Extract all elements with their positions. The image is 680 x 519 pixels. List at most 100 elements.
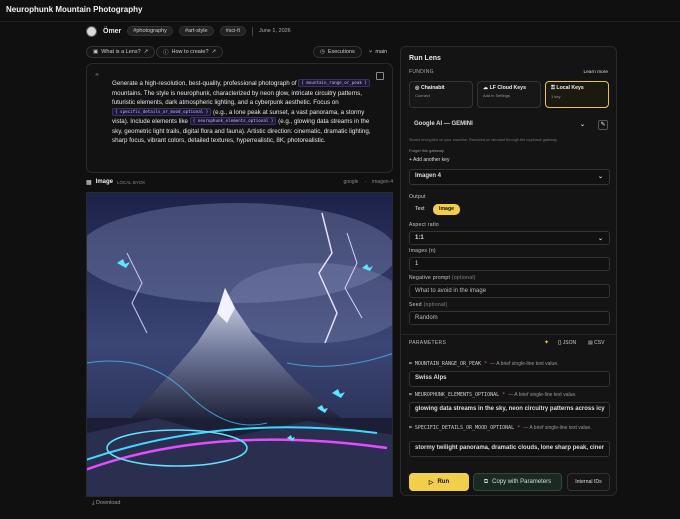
- param-desc: — A brief single-line text value.: [523, 425, 592, 431]
- branch-icon: ⑂: [369, 49, 373, 55]
- what-is-lens-button[interactable]: ▣ What is a Lens? ↗: [86, 46, 156, 58]
- code-icon: {}: [558, 340, 562, 346]
- provider-select[interactable]: Google AI — GEMINI ⌄: [409, 118, 591, 132]
- prompt-segment: Generate a high-resolution, best-quality…: [112, 80, 297, 87]
- plus-icon: +: [409, 157, 412, 163]
- add-key-button[interactable]: + Add another key: [409, 157, 449, 163]
- chevron-down-icon: ⌄: [597, 236, 603, 242]
- chevron-down-icon: ⌄: [597, 174, 603, 180]
- param-label-details: ⌗ SPECIFIC_DETAILS_OR_MOOD_OPTIONAL * — …: [409, 425, 592, 431]
- how-to-create-button[interactable]: ⓘ How to create? ↗: [156, 46, 224, 58]
- images-label: Images (n): [409, 248, 436, 254]
- card-title: LF Cloud Keys: [489, 85, 526, 91]
- images-count-input[interactable]: 1: [409, 257, 610, 271]
- param-desc: — A brief single-line text value.: [490, 361, 559, 367]
- param-input-neurophunk[interactable]: glowing data streams in the sky, neon ci…: [409, 402, 610, 418]
- funding-card-lf-cloud[interactable]: ☁ LF Cloud Keys Add in Settings: [477, 81, 541, 108]
- run-button[interactable]: ▷ Run: [409, 473, 469, 491]
- optional-label: (optional): [423, 302, 448, 308]
- funding-card-chainabit[interactable]: ◎ Chainabit Connect: [409, 81, 473, 108]
- negative-prompt-label: Negative prompt (optional): [409, 275, 476, 281]
- negative-prompt-label-text: Negative prompt: [409, 275, 451, 281]
- tag-sci-fi[interactable]: #sci-fi: [219, 26, 246, 36]
- edit-icon[interactable]: ✎: [598, 120, 608, 130]
- key-icon: ⚿: [551, 85, 555, 91]
- generated-image[interactable]: [86, 192, 393, 497]
- separator: ·: [364, 179, 367, 185]
- download-icon: ⤓: [92, 500, 95, 506]
- output-label: Output: [409, 194, 426, 200]
- output-image-option[interactable]: Image: [433, 204, 460, 215]
- variable-chip[interactable]: { mountain_range_or_peak }: [298, 79, 370, 87]
- tag-art-style[interactable]: #art-style: [178, 26, 214, 36]
- history-icon: ◷: [320, 49, 325, 55]
- seed-label-text: Seed: [409, 302, 422, 308]
- funding-label: FUNDING: [409, 69, 434, 75]
- model-select[interactable]: Imagen 4 ⌄: [409, 169, 610, 185]
- external-link-icon: ↗: [211, 49, 217, 55]
- stored-note: Stored encrypted on your machine. Resolv…: [409, 138, 558, 142]
- var-icon: ⌗: [409, 361, 412, 367]
- copy-label: Copy with Parameters: [492, 479, 552, 485]
- param-name: SPECIFIC_DETAILS_OR_MOOD_OPTIONAL: [414, 425, 515, 431]
- provider-label: google: [343, 179, 359, 185]
- avatar[interactable]: [86, 25, 97, 37]
- json-button[interactable]: {} JSON: [558, 340, 576, 346]
- branch-button[interactable]: ⑂ main: [363, 46, 393, 58]
- image-sub-label: LOCAL BYOK: [117, 179, 146, 185]
- quote-icon: ❝: [95, 73, 99, 80]
- card-title: Chainabit: [420, 85, 445, 91]
- card-subtitle: Connect: [415, 93, 430, 98]
- executions-label: Executions: [327, 49, 355, 55]
- funding-card-local-keys[interactable]: ⚿ Local Keys 1 key: [545, 81, 609, 108]
- author-name[interactable]: Ömer: [103, 28, 121, 35]
- external-link-icon: ↗: [143, 49, 149, 55]
- prompt-segment: mountains. The style is neurophunk, char…: [112, 89, 362, 107]
- image-label: Image: [95, 179, 114, 185]
- csv-button[interactable]: ▤ CSV: [588, 340, 604, 346]
- json-label: JSON: [562, 340, 577, 346]
- param-input-details[interactable]: stormy twilight panorama, dramatic cloud…: [409, 441, 610, 457]
- divider: [401, 334, 616, 335]
- aspect-ratio-select[interactable]: 1:1 ⌄: [409, 231, 610, 245]
- internal-ids-label: Internal IDs: [575, 479, 602, 485]
- learn-more-link[interactable]: Learn more: [583, 70, 608, 75]
- table-icon: ▤: [588, 340, 593, 346]
- run-label: Run: [437, 479, 450, 485]
- card-title: Local Keys: [556, 85, 584, 91]
- how-to-create-label: How to create?: [171, 49, 209, 55]
- branch-label: main: [375, 49, 388, 55]
- add-key-label: Add another key: [413, 157, 450, 163]
- copy-icon: ⧉: [483, 478, 489, 485]
- executions-button[interactable]: ◷ Executions: [313, 46, 362, 58]
- seed-label: Seed (optional): [409, 302, 447, 308]
- copy-with-parameters-button[interactable]: ⧉ Copy with Parameters: [473, 473, 562, 491]
- download-button[interactable]: ⤓ Download: [92, 500, 120, 507]
- csv-label: CSV: [594, 340, 605, 346]
- publish-date: June 1, 2026: [258, 28, 291, 34]
- negative-prompt-input[interactable]: What to avoid in the image: [409, 284, 610, 298]
- play-icon: ▷: [428, 479, 434, 486]
- var-icon: ⌗: [409, 425, 412, 431]
- coin-icon: ◎: [415, 85, 420, 91]
- book-icon: ▣: [93, 49, 99, 55]
- output-text-option[interactable]: Text: [409, 204, 431, 215]
- variable-chip[interactable]: { specific_details_or_mood_optional }: [112, 107, 212, 116]
- internal-ids-button[interactable]: Internal IDs: [567, 473, 610, 491]
- aspect-ratio-label: Aspect ratio: [409, 222, 440, 228]
- card-subtitle: Add in Settings: [483, 93, 510, 98]
- seed-input[interactable]: Random: [409, 311, 610, 325]
- param-input-mountain[interactable]: Swiss Alps: [409, 371, 610, 387]
- param-label-mountain: ⌗ MOUNTAIN_RANGE_OR_PEAK * — A brief sin…: [409, 361, 559, 367]
- provider-label: Google AI — GEMINI: [414, 121, 473, 127]
- variable-chip[interactable]: { neurophunk_elements_optional }: [189, 117, 277, 125]
- help-icon: ⓘ: [163, 50, 169, 56]
- model-label: imagen-4: [372, 179, 393, 185]
- prompt-box: ❝ Generate a high-resolution, best-quali…: [86, 63, 393, 173]
- aspect-ratio-value: 1:1: [415, 235, 424, 241]
- wand-icon[interactable]: ✦: [544, 339, 549, 346]
- tag-photography[interactable]: #photography: [127, 26, 173, 36]
- forget-link[interactable]: Forget this gateway: [409, 148, 444, 153]
- chevron-down-icon: ⌄: [579, 122, 585, 128]
- meta-row: Ömer #photography #art-style #sci-fi Jun…: [86, 24, 291, 38]
